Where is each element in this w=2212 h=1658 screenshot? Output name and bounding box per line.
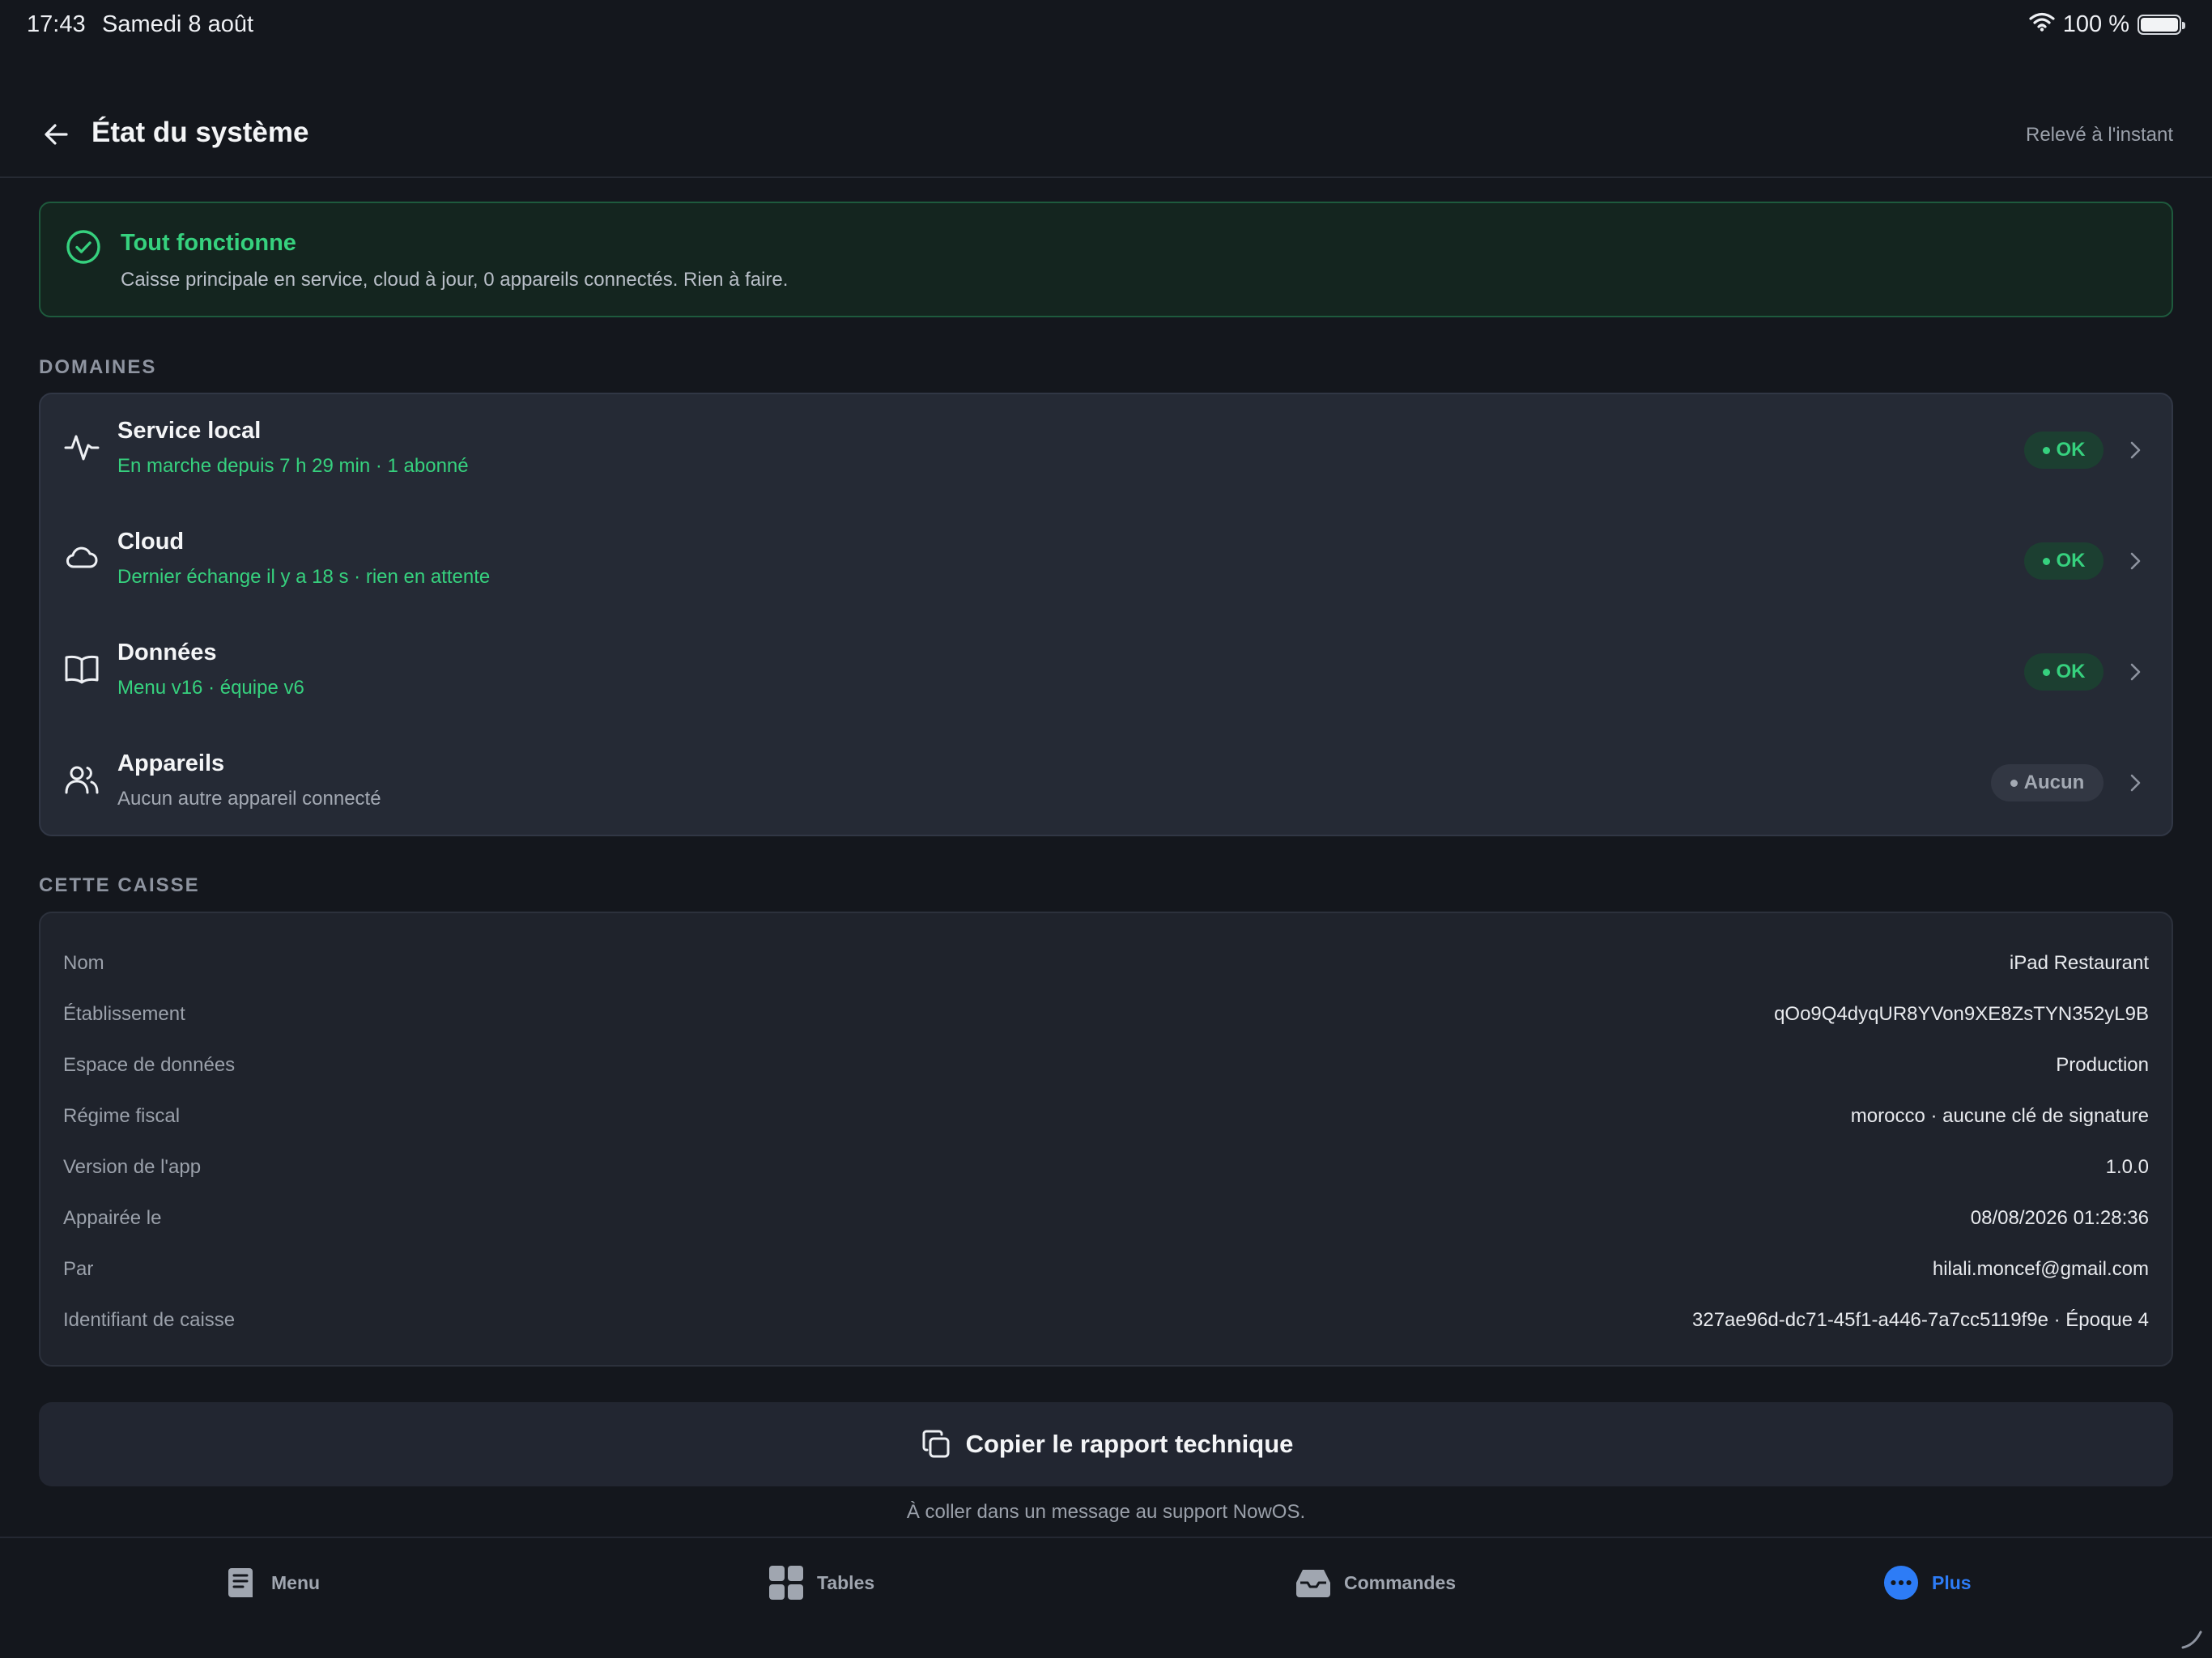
check-circle-icon <box>66 230 100 264</box>
status-date: Samedi 8 août <box>102 11 254 37</box>
domain-subtitle: Menu v16 · équipe v6 <box>117 677 304 699</box>
menu-card-icon <box>223 1565 258 1601</box>
info-value: Production <box>2056 1054 2149 1076</box>
activity-icon <box>64 435 100 461</box>
battery-icon <box>2138 15 2185 35</box>
tab-plus[interactable]: Plus <box>1883 1562 1972 1603</box>
chevron-right-icon <box>2130 441 2141 459</box>
info-label: Par <box>63 1258 94 1280</box>
status-badge: OK <box>2024 432 2104 469</box>
domain-subtitle: Dernier échange il y a 18 s · rien en at… <box>117 566 491 588</box>
tab-tables[interactable]: Tables <box>768 1562 874 1603</box>
back-button[interactable] <box>39 117 74 152</box>
info-label: Nom <box>63 952 104 974</box>
info-row-paired-by: Par hilali.moncef@gmail.com <box>40 1244 2172 1295</box>
banner-title: Tout fonctionne <box>121 230 296 256</box>
info-label: Établissement <box>63 1003 185 1025</box>
info-value: iPad Restaurant <box>2009 952 2149 974</box>
info-row-app-version: Version de l'app 1.0.0 <box>40 1142 2172 1193</box>
info-value: hilali.moncef@gmail.com <box>1932 1258 2149 1280</box>
info-value: qOo9Q4dyqUR8YVon9XE8ZsTYN352yL9B <box>1774 1003 2149 1025</box>
copy-report-hint: À coller dans un message au support NowO… <box>906 1501 1306 1523</box>
status-badge: OK <box>2024 653 2104 691</box>
arrow-left-icon <box>45 124 68 145</box>
status-banner: Tout fonctionne Caisse principale en ser… <box>39 202 2173 317</box>
info-row-paired-on: Appairée le 08/08/2026 01:28:36 <box>40 1193 2172 1244</box>
header: État du système Relevé à l'instant <box>0 97 2212 178</box>
domain-row-cloud[interactable]: Cloud Dernier échange il y a 18 s · rien… <box>40 505 2172 615</box>
domain-subtitle: En marche depuis 7 h 29 min · 1 abonné <box>117 455 469 477</box>
status-time: 17:43 <box>27 11 86 37</box>
resize-corner-icon <box>2181 1630 2202 1649</box>
info-value: morocco · aucune clé de signature <box>1850 1105 2149 1127</box>
section-domains-label: DOMAINES <box>39 356 157 378</box>
more-icon <box>1883 1565 1919 1601</box>
info-label: Régime fiscal <box>63 1105 181 1127</box>
tab-bar: Menu Tables Commandes Plus <box>0 1537 2212 1658</box>
book-icon <box>65 655 99 684</box>
info-row-data-space: Espace de données Production <box>40 1040 2172 1091</box>
info-row-register-id: Identifiant de caisse 327ae96d-dc71-45f1… <box>40 1295 2172 1346</box>
wifi-icon <box>2029 11 2055 38</box>
chevron-right-icon <box>2130 552 2141 570</box>
status-badge: Aucun <box>1991 764 2104 801</box>
page-title: État du système <box>91 117 309 148</box>
domain-row-service-local[interactable]: Service local En marche depuis 7 h 29 mi… <box>40 394 2172 504</box>
info-row-establishment: Établissement qOo9Q4dyqUR8YVon9XE8ZsTYN3… <box>40 989 2172 1040</box>
last-refresh-label: Relevé à l'instant <box>2025 124 2173 146</box>
domains-card: Service local En marche depuis 7 h 29 mi… <box>39 393 2173 836</box>
domain-row-donnees[interactable]: Données Menu v16 · équipe v6 OK <box>40 616 2172 726</box>
domain-subtitle: Aucun autre appareil connecté <box>117 788 381 810</box>
info-value: 08/08/2026 01:28:36 <box>1970 1207 2149 1229</box>
info-value: 1.0.0 <box>2105 1156 2149 1178</box>
copy-icon <box>922 1430 950 1458</box>
info-value: 327ae96d-dc71-45f1-a446-7a7cc5119f9e · É… <box>1692 1309 2149 1331</box>
tray-icon <box>1295 1565 1331 1601</box>
system-status-screen: 17:43 Samedi 8 août 100 % État du systèm… <box>0 0 2212 1658</box>
chevron-right-icon <box>2130 663 2141 681</box>
status-badge: OK <box>2024 542 2104 580</box>
copy-report-button[interactable]: Copier le rapport technique <box>39 1402 2173 1486</box>
domain-row-appareils[interactable]: Appareils Aucun autre appareil connecté … <box>40 727 2172 837</box>
users-icon <box>65 766 99 794</box>
section-register-label: CETTE CAISSE <box>39 874 200 896</box>
domain-title: Cloud <box>117 529 185 555</box>
info-label: Identifiant de caisse <box>63 1309 236 1331</box>
domain-title: Service local <box>117 418 262 444</box>
domain-title: Données <box>117 640 217 665</box>
battery-percentage: 100 % <box>2062 11 2129 37</box>
info-label: Version de l'app <box>63 1156 202 1178</box>
info-row-tax-regime: Régime fiscal morocco · aucune clé de si… <box>40 1091 2172 1142</box>
tables-grid-icon <box>768 1565 804 1601</box>
domain-title: Appareils <box>117 750 225 776</box>
copy-report-label: Copier le rapport technique <box>965 1430 1294 1458</box>
info-label: Espace de données <box>63 1054 236 1076</box>
tab-commandes[interactable]: Commandes <box>1295 1562 1456 1603</box>
banner-text: Caisse principale en service, cloud à jo… <box>121 269 789 291</box>
status-right: 100 % <box>2029 11 2185 38</box>
info-row-name: Nom iPad Restaurant <box>40 938 2172 989</box>
chevron-right-icon <box>2130 774 2141 792</box>
register-info-card: Nom iPad Restaurant Établissement qOo9Q4… <box>39 912 2173 1367</box>
cloud-icon <box>66 546 98 568</box>
status-bar: 17:43 Samedi 8 août 100 % <box>0 0 2212 53</box>
info-label: Appairée le <box>63 1207 162 1229</box>
tab-menu[interactable]: Menu <box>223 1562 320 1603</box>
